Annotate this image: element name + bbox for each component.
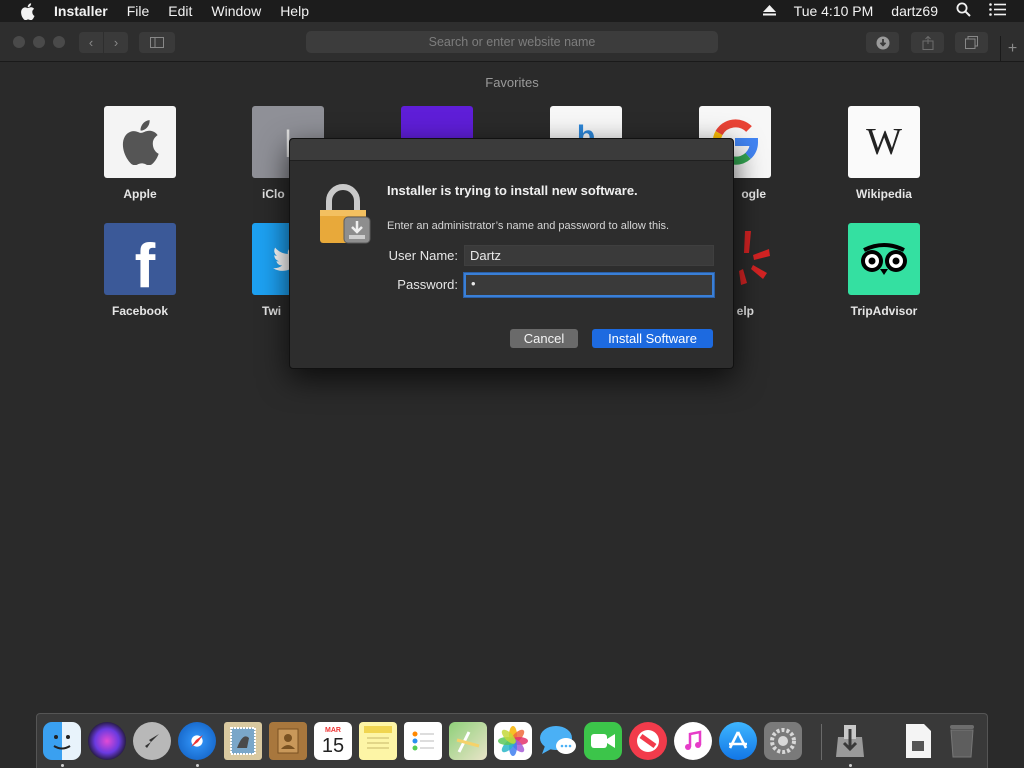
tripadvisor-icon bbox=[848, 223, 920, 295]
lock-icon bbox=[317, 183, 373, 247]
favorite-wikipedia[interactable]: W Wikipedia bbox=[839, 106, 929, 201]
minimize-window-button[interactable] bbox=[33, 36, 45, 48]
favorite-apple[interactable]: Apple bbox=[95, 106, 185, 201]
username-label: User Name: bbox=[388, 248, 458, 263]
sidebar-button[interactable] bbox=[139, 32, 175, 53]
app-store-icon[interactable] bbox=[719, 722, 757, 760]
authentication-dialog: Installer is trying to install new softw… bbox=[289, 138, 734, 369]
favorite-tripadvisor[interactable]: TripAdvisor bbox=[839, 223, 929, 318]
calendar-icon[interactable]: MAR 15 bbox=[314, 722, 352, 760]
notes-icon[interactable] bbox=[359, 722, 397, 760]
plus-icon: + bbox=[1007, 40, 1018, 57]
password-label: Password: bbox=[397, 277, 458, 292]
apple-menu-icon[interactable] bbox=[18, 2, 36, 20]
wikipedia-icon: W bbox=[848, 106, 920, 178]
share-button[interactable] bbox=[911, 32, 944, 53]
maps-icon[interactable] bbox=[449, 722, 487, 760]
favorite-label: Facebook bbox=[111, 304, 168, 318]
chevron-right-icon: › bbox=[113, 35, 119, 50]
share-icon bbox=[922, 35, 933, 50]
finder-icon[interactable] bbox=[43, 722, 81, 760]
launchpad-icon[interactable] bbox=[133, 722, 171, 760]
document-icon[interactable] bbox=[899, 722, 937, 760]
cancel-button[interactable]: Cancel bbox=[510, 329, 578, 348]
photos-icon[interactable] bbox=[494, 722, 532, 760]
install-software-button[interactable]: Install Software bbox=[592, 329, 713, 348]
sidebar-icon bbox=[150, 37, 164, 48]
status-area: Tue 4:10 PM dartz69 bbox=[762, 0, 1006, 22]
mail-stamp-icon[interactable] bbox=[224, 722, 262, 760]
chevron-left-icon: ‹ bbox=[88, 35, 94, 50]
apple-logo-icon bbox=[104, 106, 176, 178]
favorite-label: TripAdvisor bbox=[850, 304, 918, 318]
browser-toolbar: ‹ › Search or enter website name + bbox=[0, 22, 1024, 62]
zoom-window-button[interactable] bbox=[53, 36, 65, 48]
back-button[interactable]: ‹ bbox=[79, 32, 103, 53]
close-window-button[interactable] bbox=[13, 36, 25, 48]
favorites-title: Favorites bbox=[485, 75, 539, 90]
contacts-icon[interactable] bbox=[269, 722, 307, 760]
dock-separator bbox=[821, 724, 822, 760]
clock[interactable]: Tue 4:10 PM bbox=[794, 3, 874, 19]
trash-icon[interactable] bbox=[943, 722, 981, 760]
user-name[interactable]: dartz69 bbox=[891, 3, 938, 19]
menu-edit[interactable]: Edit bbox=[168, 0, 192, 22]
installer-running-indicator bbox=[849, 764, 852, 767]
calendar-month: MAR bbox=[325, 726, 341, 734]
menu-window[interactable]: Window bbox=[211, 0, 261, 22]
siri-icon[interactable] bbox=[88, 722, 126, 760]
menu-file[interactable]: File bbox=[127, 0, 150, 22]
menu-bar: Installer File Edit Window Help Tue 4:10… bbox=[0, 0, 1024, 22]
news-icon[interactable] bbox=[629, 722, 667, 760]
facebook-icon: f bbox=[104, 223, 176, 295]
favorite-label: Apple bbox=[123, 187, 157, 201]
username-field[interactable]: Dartz bbox=[464, 245, 714, 266]
facetime-icon[interactable] bbox=[584, 722, 622, 760]
music-icon[interactable] bbox=[674, 722, 712, 760]
notification-center-icon[interactable] bbox=[989, 3, 1006, 19]
favorite-facebook[interactable]: f Facebook bbox=[95, 223, 185, 318]
app-menu-installer[interactable]: Installer bbox=[54, 0, 108, 22]
download-icon bbox=[876, 36, 889, 49]
messages-icon[interactable] bbox=[539, 722, 577, 760]
forward-button[interactable]: › bbox=[104, 32, 128, 53]
calendar-day: 15 bbox=[321, 734, 345, 757]
address-placeholder: Search or enter website name bbox=[428, 35, 596, 49]
tabs-overview-button[interactable] bbox=[955, 32, 988, 53]
new-tab-button[interactable]: + bbox=[1000, 36, 1024, 62]
favorite-label: Wikipedia bbox=[856, 187, 912, 201]
safari-icon[interactable] bbox=[178, 722, 216, 760]
dialog-heading: Installer is trying to install new softw… bbox=[387, 183, 638, 198]
menu-help[interactable]: Help bbox=[280, 0, 309, 22]
finder-running-indicator bbox=[61, 764, 64, 767]
downloads-button[interactable] bbox=[866, 32, 899, 53]
address-bar[interactable]: Search or enter website name bbox=[306, 31, 718, 53]
eject-icon[interactable] bbox=[762, 3, 776, 19]
dialog-subtext: Enter an administrator’s name and passwo… bbox=[387, 220, 670, 232]
reminders-icon[interactable] bbox=[404, 722, 442, 760]
safari-running-indicator bbox=[196, 764, 199, 767]
tabs-icon bbox=[965, 36, 978, 49]
dock: MAR 15 bbox=[36, 713, 988, 768]
spotlight-search-icon[interactable] bbox=[956, 2, 971, 20]
dialog-titlebar bbox=[290, 139, 733, 161]
installer-icon[interactable] bbox=[831, 722, 869, 760]
password-field[interactable]: • bbox=[464, 273, 714, 297]
system-preferences-icon[interactable] bbox=[764, 722, 802, 760]
